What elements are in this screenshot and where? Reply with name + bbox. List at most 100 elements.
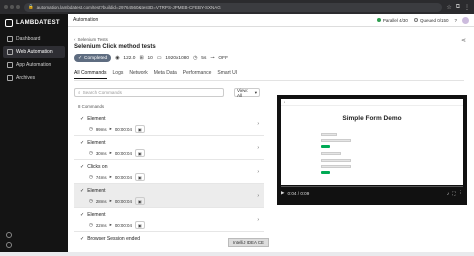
- check-icon: ✓: [80, 188, 85, 194]
- extensions-icon[interactable]: ⧉: [456, 4, 460, 11]
- check-icon: ✓: [80, 236, 85, 242]
- recorded-logo-icon: ▪: [284, 100, 286, 104]
- fullscreen-icon[interactable]: ⛶: [452, 191, 455, 196]
- app-automation-icon: [7, 62, 13, 68]
- screenshot-icon[interactable]: ▣: [134, 221, 145, 229]
- tab-logs[interactable]: Logs: [113, 70, 124, 79]
- divider: [74, 80, 464, 81]
- top-bar: Automation Parallel 4/30 Queued 0/150 ?: [68, 14, 474, 27]
- status-dot-icon: [376, 18, 381, 22]
- screenshot-icon[interactable]: ▣: [134, 197, 145, 205]
- recorded-form-button: [321, 145, 330, 148]
- queued-status: Queued 0/150: [413, 18, 448, 23]
- main-content: ‹ Selenium Tests ⋖ Selenium Click method…: [68, 27, 474, 252]
- tab-bar: All Commands Logs Network Meta Data Perf…: [74, 70, 237, 79]
- breadcrumb[interactable]: ‹ Selenium Tests: [74, 37, 108, 42]
- os-version: 10: [147, 55, 153, 61]
- chevron-right-icon[interactable]: ›: [257, 193, 259, 199]
- tab-all-commands[interactable]: All Commands: [74, 70, 107, 79]
- command-list: ✓ Element ◷ 99ms ▸ 00:00:04 ▣ › ✓ Element ◷ 3…: [74, 112, 264, 252]
- address-bar[interactable]: 🔒 automation.lambdatest.com/test?buildid…: [24, 2, 443, 12]
- view-filter-select[interactable]: View: All ▾: [234, 88, 260, 98]
- browser-icon: ◉: [115, 55, 120, 61]
- lock-icon: 🔒: [28, 4, 34, 9]
- screenshot-icon[interactable]: ▣: [134, 149, 145, 157]
- browser-toolbar: 🔒 automation.lambdatest.com/test?buildid…: [0, 0, 474, 14]
- check-icon: ✓: [80, 116, 85, 122]
- sidebar-item-app-automation[interactable]: App Automation: [3, 59, 65, 71]
- play-icon: ▸: [109, 174, 112, 179]
- resolution-icon: ▭: [156, 55, 162, 61]
- list-item[interactable]: ✓ Element ◷ 99ms ▸ 00:00:04 ▣ ›: [74, 112, 264, 136]
- recorded-form-field: [321, 159, 351, 162]
- check-icon: ✓: [78, 55, 83, 61]
- lambdatest-logo-icon: [5, 19, 13, 27]
- volume-icon[interactable]: ♪: [447, 191, 449, 196]
- video-controls: ▶ 0:04 / 0:09 ♪ ⛶ ⋮: [281, 187, 463, 199]
- tab-smart-ui[interactable]: Smart UI: [217, 70, 237, 79]
- page-title: Selenium Click method tests: [74, 44, 156, 50]
- list-item[interactable]: ✓ Element ◷ 28ms ▸ 00:00:04 ▣ ›: [74, 184, 264, 208]
- tab-performance[interactable]: Performance: [183, 70, 212, 79]
- resolution: 1920x1080: [165, 55, 190, 61]
- recorded-page-nav: ▪: [281, 99, 463, 106]
- screenshot-icon[interactable]: ▣: [134, 173, 145, 181]
- test-meta: ✓ Completed ◉ 122.0 ⊞ 10 ▭ 1920x1080 ◷ 5…: [74, 54, 228, 62]
- tab-network[interactable]: Network: [129, 70, 147, 79]
- recorded-form-field: [321, 165, 351, 168]
- list-item[interactable]: ✓ Clicks on ◷ 74ms ▸ 00:00:04 ▣ ›: [74, 160, 264, 184]
- window-controls[interactable]: [4, 5, 20, 9]
- star-icon[interactable]: ☆: [446, 4, 451, 11]
- browser-version: 122.0: [123, 55, 136, 61]
- sidebar-item-dashboard[interactable]: Dashboard: [3, 33, 65, 45]
- queue-dot-icon: [413, 18, 418, 22]
- dashboard-icon: [7, 36, 13, 42]
- parallel-status: Parallel 4/30: [376, 18, 408, 23]
- status-badge: ✓ Completed: [74, 54, 112, 62]
- tab-meta-data[interactable]: Meta Data: [154, 70, 177, 79]
- command-count: 8 Commands: [78, 104, 105, 109]
- play-icon[interactable]: ▶: [281, 190, 285, 196]
- screenshot-icon[interactable]: ▣: [134, 125, 145, 133]
- more-icon[interactable]: ⋮: [458, 190, 463, 196]
- share-icon[interactable]: ⋖: [461, 37, 466, 44]
- play-icon: ▸: [109, 126, 112, 131]
- recorded-form-field: [321, 139, 351, 142]
- archive-icon: [7, 75, 13, 81]
- help-icon[interactable]: [6, 232, 12, 238]
- brand-logo[interactable]: LAMBDATEST: [0, 14, 68, 32]
- duration: 5s: [201, 55, 207, 61]
- sidebar-item-web-automation[interactable]: Web Automation: [3, 46, 65, 58]
- tunnel-icon: ⊸: [210, 55, 215, 61]
- check-icon: ✓: [80, 140, 85, 146]
- chevron-right-icon[interactable]: ›: [257, 217, 259, 223]
- search-input[interactable]: ⌕ Search Commands: [74, 88, 224, 97]
- clock-icon: ◷: [193, 55, 198, 61]
- clock-icon: ◷: [89, 174, 93, 179]
- chevron-right-icon[interactable]: ›: [257, 121, 259, 127]
- recorded-form-label: [321, 133, 337, 136]
- chevron-left-icon: ‹: [74, 37, 76, 42]
- chevron-right-icon[interactable]: ›: [257, 169, 259, 175]
- recorded-form-label: [321, 152, 341, 155]
- video-time: 0:04 / 0:09: [287, 190, 310, 196]
- video-player[interactable]: ▪ Simple Form Demo ▶ 0:04 / 0:09 ♪ ⛶ ⋮: [277, 95, 467, 205]
- list-item[interactable]: ✓ Element ◷ 22ms ▸ 00:00:04 ▣ ›: [74, 208, 264, 232]
- help-icon[interactable]: ?: [454, 18, 457, 23]
- sidebar-item-archives[interactable]: Archives: [3, 72, 65, 84]
- url-text: automation.lambdatest.com/test?buildid=2…: [36, 4, 221, 10]
- avatar[interactable]: [462, 16, 469, 24]
- chevron-right-icon[interactable]: ›: [257, 145, 259, 151]
- clock-icon: ◷: [89, 222, 93, 227]
- web-automation-icon: [7, 49, 13, 55]
- video-frame: ▪ Simple Form Demo: [281, 99, 463, 185]
- settings-icon[interactable]: [6, 242, 12, 248]
- check-icon: ✓: [80, 164, 85, 170]
- play-icon: ▸: [109, 222, 112, 227]
- clock-icon: ◷: [89, 150, 93, 155]
- menu-icon[interactable]: ⋮: [464, 4, 470, 11]
- list-item[interactable]: ✓ Element ◷ 30ms ▸ 00:00:04 ▣ ›: [74, 136, 264, 160]
- recorded-form-button: [321, 171, 330, 174]
- chevron-down-icon: ▾: [254, 89, 257, 95]
- search-icon: ⌕: [78, 90, 81, 95]
